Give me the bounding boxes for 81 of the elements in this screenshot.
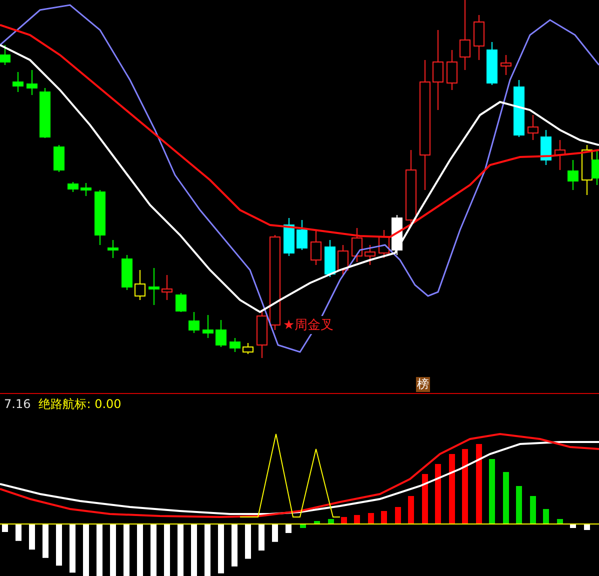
histogram-bar [341,517,347,524]
candlestick [12,72,24,92]
candlestick [540,130,552,166]
candlestick [296,220,308,250]
candlestick [474,14,484,60]
histogram-bar [178,524,184,576]
candlestick [568,160,578,190]
histogram-bar [530,496,536,524]
histogram-bar [16,524,22,541]
histogram-bar [124,524,130,576]
candlestick [242,342,254,354]
histogram-bar [232,524,238,566]
candlestick [230,338,240,352]
candlestick [148,268,160,306]
histogram-bar [42,524,48,558]
histogram-bar [258,524,264,551]
histogram-bar [557,519,563,524]
histogram-bar [218,524,224,574]
candlestick [446,50,458,90]
candlestick [176,292,186,312]
candlestick [80,182,92,196]
histogram-bar [489,459,495,524]
candlestick [284,218,294,256]
histogram-bar [191,524,197,576]
histogram-bar [408,496,414,524]
histogram-bar [516,486,522,524]
histogram-bar [435,464,441,524]
histogram-bar [110,524,116,576]
histogram-bar [543,509,549,524]
indicator-value: 7.16 [4,397,31,411]
candlestick [122,254,132,290]
histogram-bar [503,472,509,524]
candlestick [352,228,362,262]
candlestick [460,0,470,70]
candlestick [202,314,214,338]
histogram-bar [354,515,360,524]
histogram-bar [164,524,170,576]
histogram-bar [137,524,143,576]
candlestick [256,310,268,358]
histogram-bar [422,474,428,524]
histogram-bar [56,524,62,566]
candlestick [500,54,512,76]
histogram-bar [204,524,210,576]
candlestick [134,270,146,300]
histogram-bar [83,524,89,576]
candlestick [54,144,64,172]
candlestick [378,230,390,258]
candlestick [26,70,38,96]
histogram-bar [570,524,576,528]
candlestick [216,320,226,348]
candlestick [94,190,106,246]
candlestick [188,312,200,334]
candlestick [528,114,538,140]
candlestick [310,230,322,266]
candlestick [108,240,118,258]
indicator-label: 绝路航标: 0.00 [38,396,122,412]
signal-label: ★周金叉 [283,316,334,334]
candlestick [162,274,172,300]
candlestick [324,240,336,278]
histogram-bar [381,511,387,524]
histogram-bar [272,524,278,542]
histogram-bar [449,454,455,524]
histogram-bar [96,524,102,576]
histogram-bar [368,513,374,524]
candlestick [68,182,78,192]
badge: 榜 [416,377,430,392]
candlestick [338,244,348,276]
histogram-bar [314,521,320,524]
candlestick [364,244,376,266]
histogram-bar [328,519,334,524]
histogram-bar [395,507,401,524]
candlestick [0,44,10,66]
candlestick [40,88,50,138]
histogram-bar [29,524,35,550]
candlestick [514,80,524,138]
candlestick [554,140,566,170]
histogram-bar [300,524,306,528]
histogram-bar [150,524,156,576]
histogram-bar [245,524,251,559]
histogram-bar [70,524,76,573]
candlestick [486,42,498,86]
